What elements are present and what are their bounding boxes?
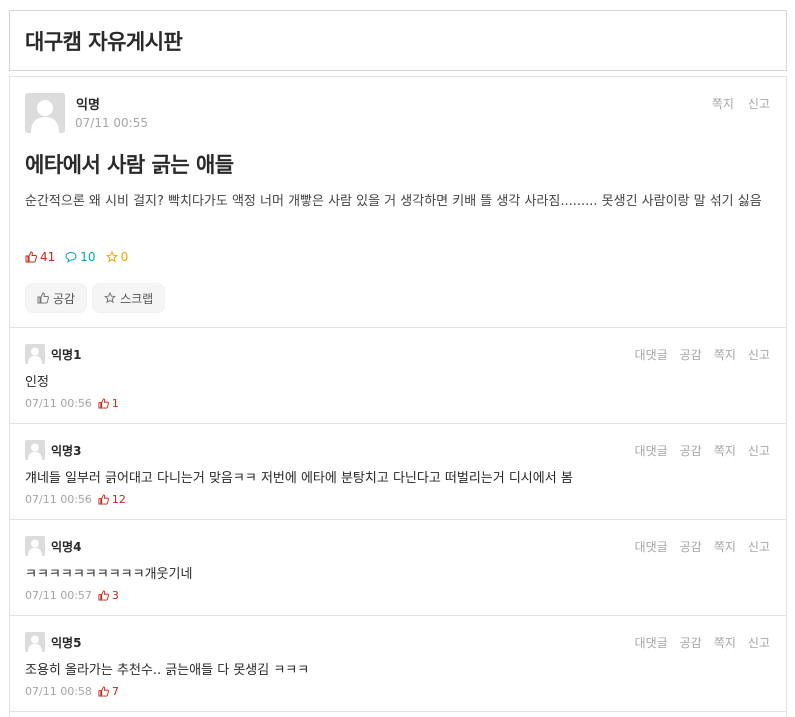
- comment-item: 익명5 대댓글 공감 쪽지 신고 조용히 올라가는 추천수.. 긁는애들 다 못…: [10, 616, 786, 712]
- comment-text: 인정: [25, 375, 49, 390]
- vote-count-value: 41: [40, 250, 56, 264]
- comment-vote-count: 12: [98, 493, 126, 506]
- vote-button[interactable]: 공감: [25, 283, 88, 313]
- comment-vote-count: 7: [98, 685, 119, 698]
- vote-button-label: 공감: [53, 291, 76, 306]
- speech-bubble-icon: [65, 251, 77, 263]
- scrap-count: 0: [105, 250, 129, 264]
- avatar-icon: [25, 536, 45, 556]
- comment-text: 조용히 올라가는 추천수.. 긁는애들 다 못생김 ㅋㅋㅋ: [25, 663, 310, 678]
- thumbs-up-icon: [98, 590, 109, 601]
- report-button[interactable]: 신고: [748, 95, 770, 112]
- comment-author: 익명5: [51, 636, 82, 650]
- reply-button[interactable]: 대댓글: [635, 634, 668, 651]
- comment-item: 익명4 대댓글 공감 쪽지 신고 ㅋㅋㅋㅋㅋㅋㅋㅋㅋㅋ개웃기네 07/11 00…: [10, 520, 786, 616]
- comment-time: 07/11 00:57: [25, 589, 92, 602]
- board-title[interactable]: 대구캠 자유게시판: [25, 26, 183, 56]
- thumbs-up-icon: [25, 251, 37, 263]
- thumbs-up-icon: [98, 686, 109, 697]
- comment-author: 익명3: [51, 444, 82, 458]
- comment-text: 걔네들 일부러 긁어대고 다니는거 맞음ㅋㅋ 저번에 에타에 분탕치고 다닌다고…: [25, 471, 573, 486]
- message-button[interactable]: 쪽지: [714, 634, 736, 651]
- report-button[interactable]: 신고: [748, 634, 770, 651]
- scrap-button-label: 스크랩: [120, 291, 154, 306]
- thumbs-up-icon: [37, 292, 49, 304]
- reply-button[interactable]: 대댓글: [635, 346, 668, 363]
- comment-meta: 07/11 00:58 7: [25, 685, 119, 698]
- comment-count: 10: [65, 250, 96, 264]
- comment-meta: 07/11 00:57 3: [25, 589, 119, 602]
- post-title: 에타에서 사람 긁는 애들: [25, 153, 234, 177]
- avatar-icon: [25, 440, 45, 460]
- report-button[interactable]: 신고: [748, 442, 770, 459]
- report-button[interactable]: 신고: [748, 538, 770, 555]
- comment-author: 익명4: [51, 540, 82, 554]
- comment-vote-button[interactable]: 공감: [680, 538, 702, 555]
- avatar-icon: [25, 632, 45, 652]
- comment-item: 익명3 대댓글 공감 쪽지 신고 걔네들 일부러 긁어대고 다니는거 맞음ㅋㅋ …: [10, 424, 786, 520]
- message-button[interactable]: 쪽지: [714, 346, 736, 363]
- comment-vote-value: 1: [111, 397, 119, 410]
- comment-actions: 대댓글 공감 쪽지 신고: [635, 538, 770, 555]
- thumbs-up-icon: [98, 398, 109, 409]
- board-header: 대구캠 자유게시판: [9, 10, 787, 71]
- comment-vote-value: 12: [111, 493, 126, 506]
- vote-count: 41: [25, 250, 55, 264]
- report-button[interactable]: 신고: [748, 346, 770, 363]
- article: 익명 07/11 00:55 쪽지 신고 에타에서 사람 긁는 애들 순간적으론…: [10, 77, 786, 328]
- comment-meta: 07/11 00:56 1: [25, 397, 119, 410]
- message-button[interactable]: 쪽지: [712, 95, 734, 112]
- post-stats: 41 10 0: [25, 250, 128, 264]
- comment-vote-value: 7: [111, 685, 119, 698]
- comment-text: ㅋㅋㅋㅋㅋㅋㅋㅋㅋㅋ개웃기네: [25, 567, 193, 582]
- thumbs-up-icon: [98, 494, 109, 505]
- scrap-count-value: 0: [120, 250, 129, 264]
- comment-time: 07/11 00:58: [25, 685, 92, 698]
- comment-actions: 대댓글 공감 쪽지 신고: [635, 346, 770, 363]
- post-time: 07/11 00:55: [75, 116, 148, 130]
- post-actions: 쪽지 신고: [712, 95, 770, 112]
- comment-count-value: 10: [80, 250, 96, 264]
- comment-vote-button[interactable]: 공감: [680, 442, 702, 459]
- post-body: 순간적으론 왜 시비 걸지? 빡치다가도 액정 너머 개빻은 사람 있을 거 생…: [25, 194, 762, 209]
- reply-button[interactable]: 대댓글: [635, 538, 668, 555]
- comment-time: 07/11 00:56: [25, 493, 92, 506]
- avatar-icon: [25, 344, 45, 364]
- post-buttons: 공감 스크랩: [25, 283, 166, 313]
- post-author: 익명: [76, 98, 100, 113]
- comment-meta: 07/11 00:56 12: [25, 493, 126, 506]
- star-icon: [105, 251, 118, 263]
- comment-actions: 대댓글 공감 쪽지 신고: [635, 442, 770, 459]
- avatar-icon: [25, 93, 65, 133]
- star-icon: [104, 292, 117, 304]
- comment-author: 익명1: [51, 348, 82, 362]
- comment-vote-count: 1: [98, 397, 119, 410]
- post-container: 익명 07/11 00:55 쪽지 신고 에타에서 사람 긁는 애들 순간적으론…: [9, 76, 787, 717]
- comment-vote-count: 3: [98, 589, 119, 602]
- reply-button[interactable]: 대댓글: [635, 442, 668, 459]
- comment-item: 익명1 대댓글 공감 쪽지 신고 인정 07/11 00:56 1: [10, 328, 786, 424]
- comment-vote-button[interactable]: 공감: [680, 346, 702, 363]
- comment-time: 07/11 00:56: [25, 397, 92, 410]
- comment-vote-button[interactable]: 공감: [680, 634, 702, 651]
- comment-vote-value: 3: [111, 589, 119, 602]
- comment-actions: 대댓글 공감 쪽지 신고: [635, 634, 770, 651]
- message-button[interactable]: 쪽지: [714, 442, 736, 459]
- message-button[interactable]: 쪽지: [714, 538, 736, 555]
- scrap-button[interactable]: 스크랩: [92, 283, 166, 313]
